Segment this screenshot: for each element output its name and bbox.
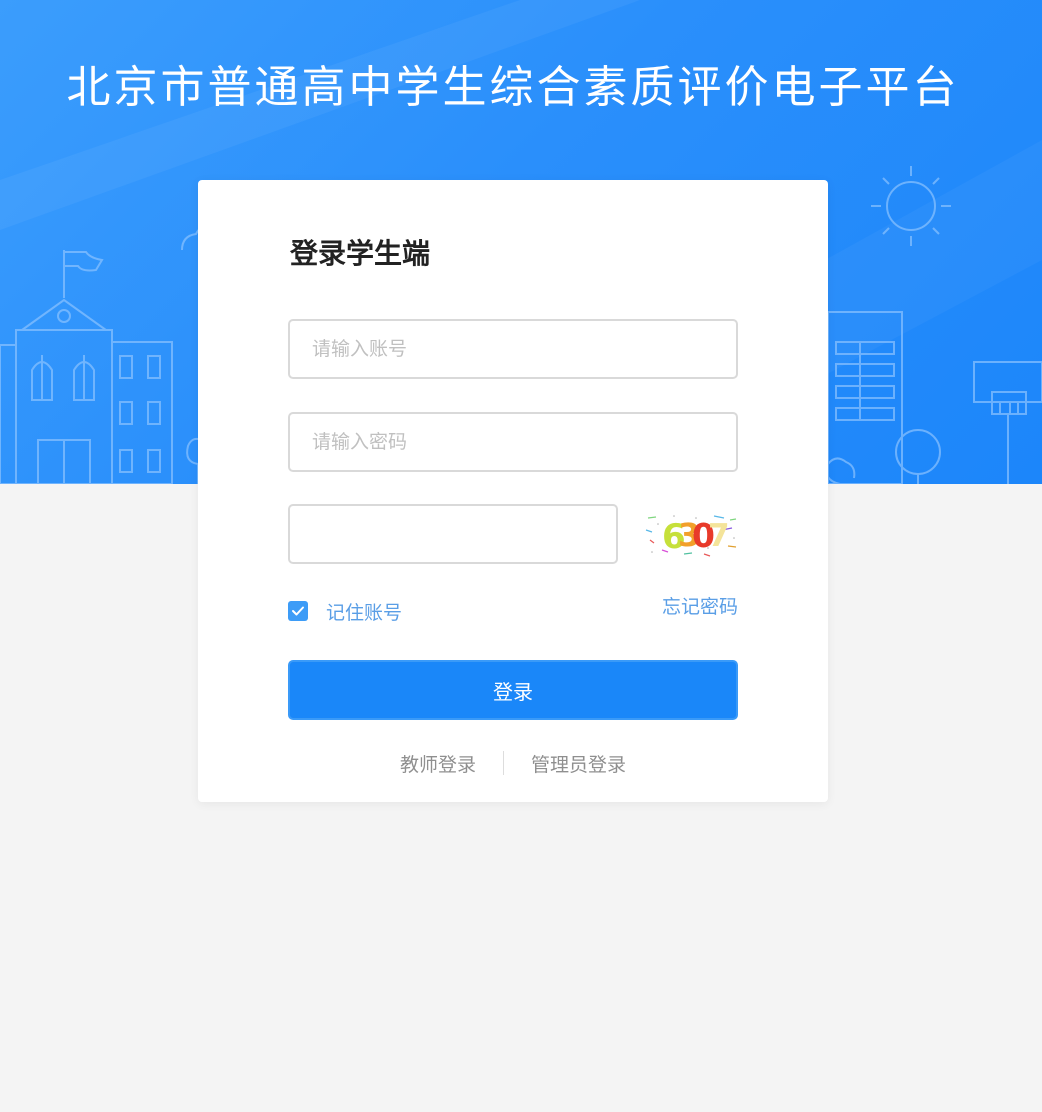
alternate-login-links: 教师登录 管理员登录 xyxy=(198,746,828,780)
login-button[interactable]: 登录 xyxy=(288,660,738,720)
teacher-login-link[interactable]: 教师登录 xyxy=(400,750,476,777)
remember-account-label[interactable]: 记住账号 xyxy=(326,598,402,625)
admin-login-link[interactable]: 管理员登录 xyxy=(531,750,626,777)
remember-account-checkbox[interactable]: 记住账号 xyxy=(288,594,402,628)
account-input[interactable] xyxy=(288,319,738,379)
checkbox-checked-icon[interactable] xyxy=(288,601,308,621)
login-page: 北京市普通高中学生综合素质评价电子平台 登录学生端 请输入账号 6 3 0 7 … xyxy=(0,0,1042,1112)
captcha-image[interactable]: 6 3 0 7 xyxy=(644,510,740,558)
forgot-password-link[interactable]: 忘记密码 xyxy=(654,592,738,622)
captcha-input[interactable] xyxy=(288,504,618,564)
login-card: 登录学生端 6 3 xyxy=(198,180,828,802)
password-input[interactable] xyxy=(288,412,738,472)
svg-text:7: 7 xyxy=(708,518,730,554)
site-title: 北京市普通高中学生综合素质评价电子平台 xyxy=(66,62,960,113)
link-divider xyxy=(503,751,504,775)
login-heading: 登录学生端 xyxy=(290,237,431,270)
